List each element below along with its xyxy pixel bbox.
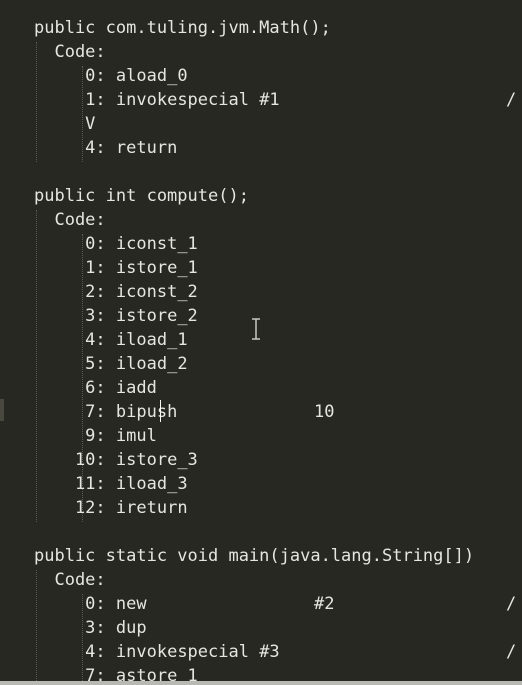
bytecode-instruction-line: 12: ireturn — [34, 496, 188, 520]
bytecode-instruction-line: 5: iload_2 — [34, 352, 188, 376]
instruction-opcode: iload_1 — [115, 330, 188, 350]
bytecode-instruction-line: 4: invokespecial #3 / — [34, 640, 516, 664]
bytecode-instruction-line: 7: bipush 10 — [34, 400, 334, 424]
indent-guide — [36, 210, 37, 522]
instruction-opcode: invokespecial #3 — [115, 642, 280, 662]
instruction-offset: 9: — [34, 426, 106, 446]
instruction-opcode: istore_1 — [115, 258, 198, 278]
bytecode-instruction-line: 4: iload_1 — [34, 328, 188, 352]
bytecode-instruction-line: 0: iconst_1 — [34, 232, 198, 256]
instruction-opcode: iadd — [115, 378, 157, 398]
instruction-offset: 4: — [34, 330, 106, 350]
instruction-opcode: iconst_2 — [115, 282, 198, 302]
code-label: Code: — [34, 42, 106, 62]
instruction-opcode: iload_2 — [115, 354, 188, 374]
bytecode-instruction-line: 6: iadd — [34, 376, 157, 400]
instruction-opcode: aload_0 — [115, 66, 188, 86]
instruction-offset: 5: — [34, 354, 106, 374]
bytecode-instruction-line: 1: istore_1 — [34, 256, 198, 280]
current-line-gutter-marker — [0, 399, 4, 421]
bytecode-instruction-line: 2: iconst_2 — [34, 280, 198, 304]
instruction-offset: 12: — [34, 498, 106, 518]
instruction-opcode: bipush — [115, 402, 178, 422]
bytecode-instruction-line: 0: new #2 / — [34, 592, 516, 616]
instruction-opcode: dup — [115, 618, 147, 638]
indent-guide — [82, 234, 83, 522]
bytecode-instruction-line: 0: aload_0 — [34, 64, 188, 88]
instruction-opcode: istore_2 — [115, 306, 198, 326]
horizontal-scrollbar[interactable] — [0, 681, 522, 685]
instruction-offset: 4: — [34, 138, 106, 158]
method-signature: public static void main(java.lang.String… — [34, 546, 475, 566]
text-caret — [160, 400, 161, 422]
instruction-offset: 3: — [34, 618, 106, 638]
instruction-opcode: istore_3 — [115, 450, 198, 470]
indent-guide — [36, 570, 37, 685]
code-label: Code: — [34, 570, 106, 590]
instruction-offset: 6: — [34, 378, 106, 398]
instruction-comment: / — [506, 642, 517, 662]
instruction-offset: 2: — [34, 282, 106, 302]
bytecode-instruction-line: 1: invokespecial #1 / — [34, 88, 516, 112]
instruction-offset: 0: — [34, 594, 106, 614]
instruction-offset: 3: — [34, 306, 106, 326]
instruction-argument: #2 — [314, 594, 335, 614]
instruction-opcode: new — [115, 594, 147, 614]
indent-guide — [82, 66, 83, 162]
indent-guide — [82, 594, 83, 685]
instruction-offset: 7: — [34, 402, 106, 422]
code-label: Code: — [34, 210, 106, 230]
code-editor[interactable]: public com.tuling.jvm.Math(); Code: 0: a… — [0, 0, 522, 685]
bytecode-instruction-line: 10: istore_3 — [34, 448, 198, 472]
instruction-opcode: invokespecial #1 — [115, 90, 280, 110]
instruction-comment: / — [506, 90, 517, 110]
instruction-offset: 4: — [34, 642, 106, 662]
instruction-opcode: iconst_1 — [115, 234, 198, 254]
instruction-offset: 0: — [34, 66, 106, 86]
bytecode-instruction-line: 3: istore_2 — [34, 304, 198, 328]
instruction-opcode: return — [115, 138, 178, 158]
instruction-offset: 10: — [34, 450, 106, 470]
instruction-offset: 11: — [34, 474, 106, 494]
bytecode-instruction-line: 4: return — [34, 136, 177, 160]
instruction-opcode: imul — [115, 426, 157, 446]
instruction-offset: 0: — [34, 234, 106, 254]
instruction-opcode: iload_3 — [115, 474, 188, 494]
instruction-argument: 10 — [314, 402, 335, 422]
bytecode-instruction-line: 3: dup — [34, 616, 147, 640]
instruction-comment: / — [506, 594, 517, 614]
method-signature: public int compute(); — [34, 186, 249, 206]
bytecode-instruction-line: 9: imul — [34, 424, 157, 448]
instruction-offset: 1: — [34, 90, 106, 110]
code-fragment: V — [34, 114, 96, 134]
instruction-opcode: ireturn — [115, 498, 188, 518]
ibeam-cursor-icon — [252, 318, 260, 340]
instruction-offset: 1: — [34, 258, 106, 278]
bytecode-instruction-line: 11: iload_3 — [34, 472, 188, 496]
method-signature: public com.tuling.jvm.Math(); — [34, 18, 331, 38]
indent-guide — [36, 42, 37, 162]
